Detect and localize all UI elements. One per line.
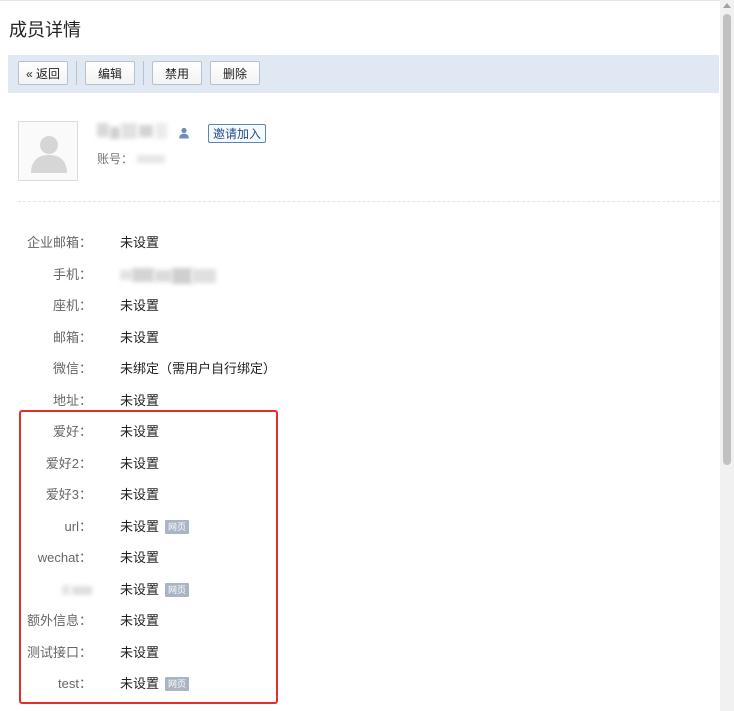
scroll-thumb[interactable] — [723, 14, 731, 465]
field-row-mobile: 手机： — [0, 265, 720, 285]
field-label: 企业邮箱： — [26, 235, 92, 250]
field-value: 未设置 — [120, 298, 160, 313]
account-value-redacted — [137, 155, 165, 163]
default-avatar-icon — [18, 121, 78, 181]
field-value: 未设置 — [120, 330, 160, 345]
disable-button[interactable]: 禁用 — [152, 61, 202, 85]
member-name-redacted — [97, 121, 169, 141]
toolbar: « 返回 编辑 禁用 删除 — [8, 55, 719, 93]
field-label: 座机： — [52, 298, 92, 313]
member-detail-page: 成员详情 « 返回 编辑 禁用 删除 邀请加入 账号： 企业邮箱： 未设置 手机… — [0, 0, 734, 711]
field-row-enterprise-email: 企业邮箱： 未设置 — [0, 233, 720, 253]
field-row-landline: 座机： 未设置 — [0, 296, 720, 316]
scroll-up-arrow-icon[interactable] — [723, 3, 731, 8]
edit-button[interactable]: 编辑 — [85, 61, 135, 85]
toolbar-separator — [76, 61, 77, 85]
field-value: 未设置 — [120, 235, 160, 250]
field-label: 微信： — [52, 361, 92, 376]
field-row-email: 邮箱： 未设置 — [0, 328, 720, 348]
top-border — [0, 0, 720, 1]
field-label: 手机： — [52, 267, 92, 282]
page-title: 成员详情 — [9, 20, 81, 40]
field-value: 未绑定（需用户自行绑定） — [120, 361, 277, 376]
field-row-wechat-binding: 微信： 未绑定（需用户自行绑定） — [0, 359, 720, 379]
field-label: 邮箱： — [52, 330, 92, 345]
account-label: 账号： — [97, 152, 134, 166]
delete-button[interactable]: 删除 — [210, 61, 260, 85]
vertical-scrollbar[interactable] — [720, 0, 734, 711]
invite-button[interactable]: 邀请加入 — [208, 124, 267, 143]
highlight-box — [19, 410, 278, 704]
person-icon — [178, 126, 190, 139]
mobile-value-redacted — [120, 268, 216, 284]
toolbar-separator — [143, 61, 144, 85]
field-label: 地址： — [52, 393, 92, 408]
back-button[interactable]: « 返回 — [18, 61, 68, 85]
section-divider — [18, 201, 720, 202]
field-value: 未设置 — [120, 393, 160, 408]
field-row-address: 地址： 未设置 — [0, 391, 720, 411]
